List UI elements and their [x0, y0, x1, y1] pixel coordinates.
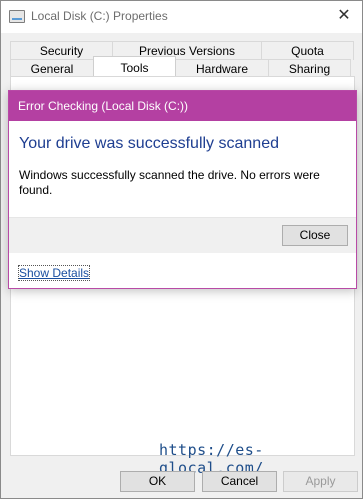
window-title: Local Disk (C:) Properties — [31, 9, 168, 23]
properties-window: Local Disk (C:) Properties ✕ Security Pr… — [0, 0, 363, 499]
drive-icon — [9, 10, 25, 23]
show-details-link[interactable]: Show Details — [17, 265, 91, 281]
close-icon[interactable]: ✕ — [330, 3, 358, 29]
apply-button: Apply — [283, 471, 358, 492]
title-bar: Local Disk (C:) Properties ✕ — [1, 1, 362, 33]
dialog-heading: Your drive was successfully scanned — [19, 135, 279, 152]
cancel-button[interactable]: Cancel — [202, 471, 277, 492]
tab-quota[interactable]: Quota — [261, 41, 354, 60]
dialog-message: Windows successfully scanned the drive. … — [19, 168, 320, 197]
tabs-row-top: Security Previous Versions Quota — [10, 41, 354, 60]
tab-tools[interactable]: Tools — [93, 56, 176, 78]
ok-button[interactable]: OK — [120, 471, 195, 492]
error-checking-dialog: Error Checking (Local Disk (C:)) Your dr… — [8, 90, 357, 289]
close-button[interactable]: Close — [282, 225, 348, 246]
dialog-title: Error Checking (Local Disk (C:)) — [18, 99, 189, 113]
dialog-footer: Close — [9, 217, 356, 253]
dialog-title-bar: Error Checking (Local Disk (C:)) — [9, 91, 356, 121]
